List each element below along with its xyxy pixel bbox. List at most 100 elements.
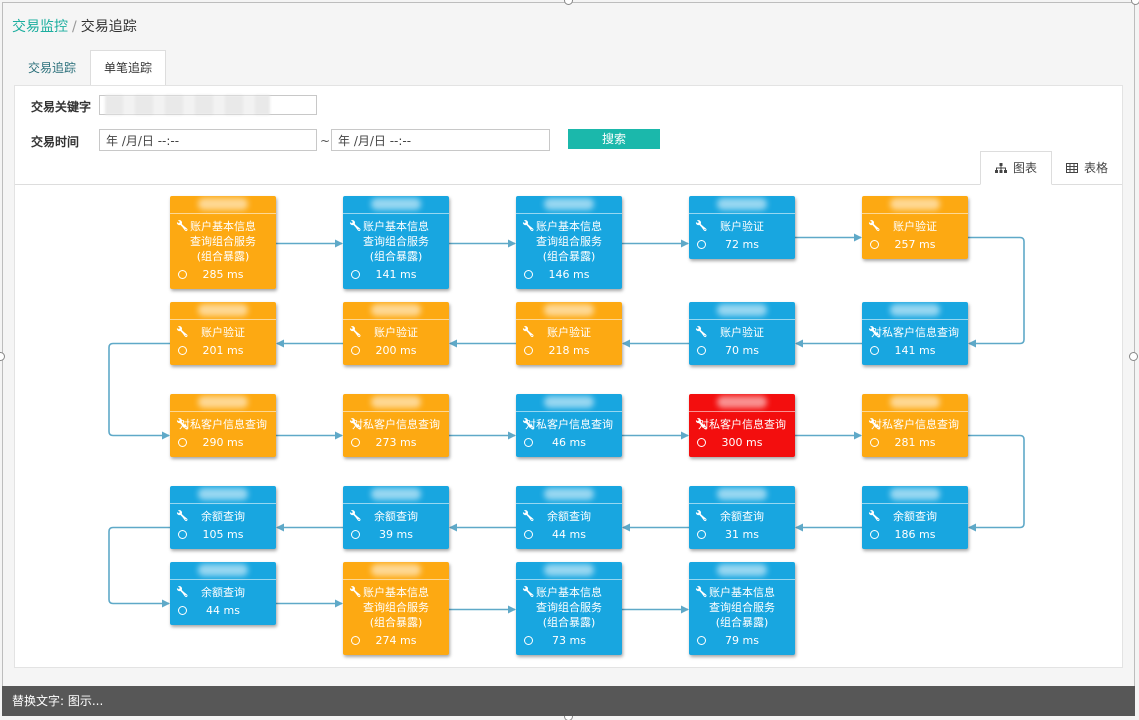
clock-icon (524, 438, 533, 447)
node-title: 🔧 余额查询 (343, 504, 449, 524)
node-title-text: 对私客户信息查询 (179, 418, 267, 431)
tab-trade-trace[interactable]: 交易追踪 (14, 50, 90, 85)
node-title: 🔧 账户验证 (170, 320, 276, 340)
node-time-text: 281 ms (894, 436, 936, 449)
node-time-text: 79 ms (725, 634, 759, 647)
wrench-icon: 🔧 (349, 327, 362, 338)
node-title-text: 账户验证 (547, 326, 591, 339)
node-title: 🔧 账户基本信息 查询组合服务 (组合暴露) (170, 214, 276, 264)
flow-node[interactable]: 🔧 余额查询 44 ms (170, 562, 276, 625)
flow-node[interactable]: 🔧 余额查询 186 ms (862, 486, 968, 549)
node-header-redacted (689, 394, 795, 412)
flow-arrow (968, 434, 1025, 532)
node-time-text: 70 ms (725, 344, 759, 357)
wrench-icon: 🔧 (349, 587, 362, 598)
node-time-text: 72 ms (725, 238, 759, 251)
node-time-text: 200 ms (375, 344, 417, 357)
flow-node[interactable]: 🔧 对私客户信息查询 141 ms (862, 302, 968, 365)
breadcrumb-parent[interactable]: 交易监控 (12, 19, 68, 35)
node-time: 44 ms (516, 524, 622, 549)
flow-node[interactable]: 🔧 对私客户信息查询 300 ms (689, 394, 795, 457)
node-title-text: 余额查询 (374, 510, 418, 523)
clock-icon (697, 636, 706, 645)
flow-node[interactable]: 🔧 账户基本信息 查询组合服务 (组合暴露) 146 ms (516, 196, 622, 289)
node-header-redacted (343, 196, 449, 214)
tab-single-trace[interactable]: 单笔追踪 (90, 50, 167, 85)
wrench-icon: 🔧 (868, 511, 881, 522)
flow-node[interactable]: 🔧 账户基本信息 查询组合服务 (组合暴露) 285 ms (170, 196, 276, 289)
flow-node[interactable]: 🔧 账户基本信息 查询组合服务 (组合暴露) 274 ms (343, 562, 449, 655)
node-time: 273 ms (343, 432, 449, 457)
wrench-icon: 🔧 (176, 587, 189, 598)
flow-node[interactable]: 🔧 余额查询 39 ms (343, 486, 449, 549)
node-header-redacted (689, 562, 795, 580)
node-time: 274 ms (343, 630, 449, 655)
resize-handle-right[interactable] (1129, 352, 1138, 361)
clock-icon (697, 530, 706, 539)
flow-node[interactable]: 🔧 对私客户信息查询 281 ms (862, 394, 968, 457)
clock-icon (524, 530, 533, 539)
clock-icon (524, 636, 533, 645)
node-title: 🔧 账户基本信息 查询组合服务 (组合暴露) (689, 580, 795, 630)
flow-node[interactable]: 🔧 账户验证 200 ms (343, 302, 449, 365)
node-title: 🔧 账户基本信息 查询组合服务 (组合暴露) (516, 580, 622, 630)
flow-node[interactable]: 🔧 余额查询 105 ms (170, 486, 276, 549)
node-time: 218 ms (516, 340, 622, 365)
node-header-redacted (343, 486, 449, 504)
clock-icon (697, 438, 706, 447)
node-time-text: 44 ms (206, 604, 240, 617)
node-title-text: 账户基本信息 查询组合服务 (组合暴露) (709, 586, 775, 629)
node-header-redacted (343, 562, 449, 580)
node-time-text: 218 ms (548, 344, 590, 357)
node-title: 🔧 余额查询 (862, 504, 968, 524)
flow-node[interactable]: 🔧 账户验证 70 ms (689, 302, 795, 365)
flow-node[interactable]: 🔧 余额查询 31 ms (689, 486, 795, 549)
node-time-text: 44 ms (552, 528, 586, 541)
flow-node[interactable]: 🔧 账户验证 72 ms (689, 196, 795, 259)
flow-node[interactable]: 🔧 账户验证 218 ms (516, 302, 622, 365)
wrench-icon: 🔧 (868, 419, 881, 430)
node-time: 46 ms (516, 432, 622, 457)
node-title-text: 账户基本信息 查询组合服务 (组合暴露) (536, 586, 602, 629)
node-header-redacted (689, 302, 795, 320)
clock-icon (870, 530, 879, 539)
flow-node[interactable]: 🔧 对私客户信息查询 273 ms (343, 394, 449, 457)
node-time-text: 73 ms (552, 634, 586, 647)
node-time: 44 ms (170, 600, 276, 625)
wrench-icon: 🔧 (522, 221, 535, 232)
wrench-icon: 🔧 (349, 221, 362, 232)
node-time: 70 ms (689, 340, 795, 365)
tab-bar: 交易追踪 单笔追踪 (14, 50, 167, 85)
resize-handle-top-right[interactable] (1131, 0, 1139, 5)
node-header-redacted (516, 302, 622, 320)
flow-node[interactable]: 🔧 账户基本信息 查询组合服务 (组合暴露) 73 ms (516, 562, 622, 655)
node-header-redacted (343, 302, 449, 320)
clock-icon (351, 438, 360, 447)
flow-node[interactable]: 🔧 对私客户信息查询 290 ms (170, 394, 276, 457)
node-time-text: 300 ms (721, 436, 763, 449)
flow-node[interactable]: 🔧 账户验证 201 ms (170, 302, 276, 365)
node-title: 🔧 对私客户信息查询 (689, 412, 795, 432)
wrench-icon: 🔧 (349, 419, 362, 430)
node-time: 200 ms (343, 340, 449, 365)
node-time-text: 46 ms (552, 436, 586, 449)
node-title-text: 对私客户信息查询 (871, 326, 959, 339)
breadcrumb-current: 交易追踪 (80, 19, 137, 35)
clock-icon (351, 270, 360, 279)
node-header-redacted (170, 562, 276, 580)
node-title: 🔧 余额查询 (170, 580, 276, 600)
clock-icon (178, 606, 187, 615)
flow-node[interactable]: 🔧 账户基本信息 查询组合服务 (组合暴露) 141 ms (343, 196, 449, 289)
node-time: 281 ms (862, 432, 968, 457)
node-time: 141 ms (343, 264, 449, 289)
flow-node[interactable]: 🔧 对私客户信息查询 46 ms (516, 394, 622, 457)
node-header-redacted (689, 486, 795, 504)
flow-node[interactable]: 🔧 账户验证 257 ms (862, 196, 968, 259)
node-time-text: 290 ms (202, 436, 244, 449)
node-time-text: 146 ms (548, 268, 590, 281)
node-title-text: 账户验证 (720, 326, 764, 339)
clock-icon (178, 270, 187, 279)
clock-icon (870, 346, 879, 355)
flow-node[interactable]: 🔧 账户基本信息 查询组合服务 (组合暴露) 79 ms (689, 562, 795, 655)
flow-node[interactable]: 🔧 余额查询 44 ms (516, 486, 622, 549)
